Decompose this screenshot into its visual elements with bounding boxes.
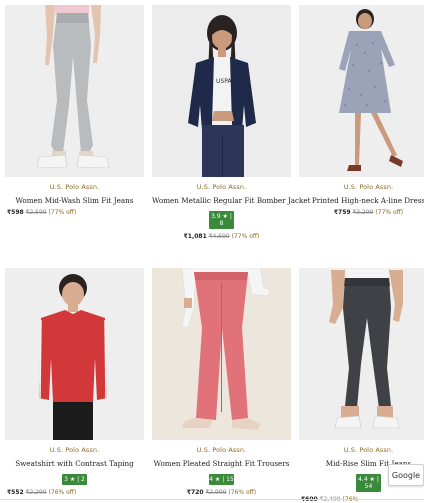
product-brand: U.S. Polo Assn.: [343, 446, 394, 454]
product-name[interactable]: Printed High-neck A-line Dress: [299, 196, 424, 205]
product-image[interactable]: [299, 268, 424, 440]
product-name[interactable]: Women Pleated Straight Fit Trousers: [152, 459, 291, 468]
price-current: ₹720: [186, 489, 204, 496]
price-discount: (76% off): [228, 489, 257, 496]
product-card[interactable]: U.S. Polo Assn. Women Mid-Wash Slim Fit …: [5, 5, 144, 216]
product-name[interactable]: Sweatshirt with Contrast Taping: [5, 459, 144, 468]
product-card[interactable]: U.S. Polo Assn. Printed High-neck A-line…: [299, 5, 424, 216]
price-discount: (77% off): [375, 209, 404, 216]
product-image[interactable]: USPA: [152, 5, 291, 177]
price-current: ₹552: [7, 489, 24, 496]
product-price: ₹1,081 ₹4,699 (77% off): [152, 233, 291, 240]
product-price: ₹720 ₹2,999 (76% off): [152, 489, 291, 496]
price-current: ₹759: [333, 209, 351, 216]
product-brand: U.S. Polo Assn.: [343, 183, 394, 191]
price-discount: (77% off): [48, 209, 77, 216]
product-image[interactable]: [152, 268, 291, 440]
price-mrp: ₹3,299: [352, 209, 374, 216]
rating-badge: 3.9 ★ | 8: [209, 211, 234, 229]
product-image[interactable]: [299, 5, 424, 177]
product-name[interactable]: Women Metallic Regular Fit Bomber Jacket: [152, 196, 311, 205]
price-mrp: ₹4,699: [208, 233, 230, 240]
product-brand: U.S. Polo Assn.: [196, 446, 247, 454]
product-card[interactable]: U.S. Polo Assn. Sweatshirt with Contrast…: [5, 268, 144, 496]
price-current: ₹598: [7, 209, 24, 216]
price-discount: (76% off): [48, 489, 77, 496]
product-price: ₹552 ₹2,299 (76% off): [5, 489, 144, 496]
price-discount: (77% off): [231, 233, 260, 240]
product-price: ₹598 ₹2,599 (77% off): [5, 209, 144, 216]
price-mrp: ₹2,999: [205, 489, 227, 496]
product-price: ₹759 ₹3,299 (77% off): [299, 209, 424, 216]
price-current: ₹1,081: [183, 233, 207, 240]
rating-badge: 3 ★ | 2: [62, 474, 87, 485]
product-image[interactable]: [5, 268, 144, 440]
product-brand: U.S. Polo Assn.: [196, 183, 247, 191]
rating-badge: 4 ★ | 15: [209, 474, 234, 485]
product-image[interactable]: [5, 5, 144, 177]
svg-text:USPA: USPA: [216, 78, 232, 85]
product-name[interactable]: Women Mid-Wash Slim Fit Jeans: [5, 196, 144, 205]
price-mrp: ₹2,599: [25, 209, 47, 216]
product-brand: U.S. Polo Assn.: [49, 446, 100, 454]
google-translate-badge[interactable]: Google: [388, 464, 424, 486]
price-mrp: ₹2,299: [25, 489, 47, 496]
rating-badge: 4.4 ★ | 54: [356, 474, 381, 492]
product-brand: U.S. Polo Assn.: [49, 183, 100, 191]
product-card[interactable]: U.S. Polo Assn. Women Pleated Straight F…: [152, 268, 291, 496]
product-card[interactable]: USPA U.S. Polo Assn. Women Metallic Regu…: [152, 5, 311, 240]
